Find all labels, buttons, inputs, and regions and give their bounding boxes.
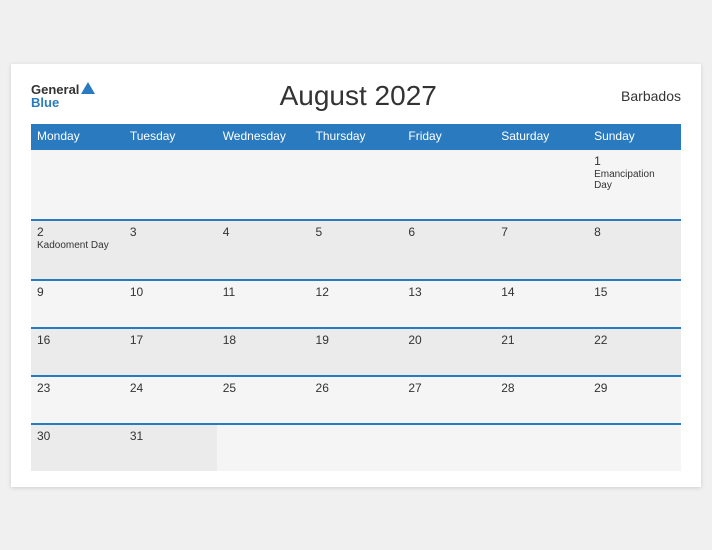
calendar-cell: 27 — [402, 376, 495, 424]
calendar-week-row: 16 17 18 19 20 21 22 — [31, 328, 681, 376]
calendar-cell: 24 — [124, 376, 217, 424]
day-number: 8 — [594, 225, 675, 239]
day-number: 17 — [130, 333, 211, 347]
day-number: 28 — [501, 381, 582, 395]
calendar: General Blue August 2027 Barbados Monday… — [11, 64, 701, 487]
calendar-cell: 19 — [310, 328, 403, 376]
day-number: 30 — [37, 429, 118, 443]
calendar-week-row: 1Emancipation Day — [31, 149, 681, 220]
day-number: 31 — [130, 429, 211, 443]
month-title: August 2027 — [280, 80, 437, 112]
calendar-cell: 22 — [588, 328, 681, 376]
calendar-week-row: 23 24 25 26 27 28 29 — [31, 376, 681, 424]
day-number: 5 — [316, 225, 397, 239]
calendar-cell — [310, 424, 403, 471]
day-number: 18 — [223, 333, 304, 347]
day-number: 27 — [408, 381, 489, 395]
calendar-cell: 3 — [124, 220, 217, 280]
calendar-week-row: 2Kadooment Day 345678 — [31, 220, 681, 280]
calendar-cell: 31 — [124, 424, 217, 471]
day-number: 22 — [594, 333, 675, 347]
calendar-cell: 6 — [402, 220, 495, 280]
calendar-cell: 25 — [217, 376, 310, 424]
event-label: Emancipation Day — [594, 169, 675, 191]
calendar-cell: 21 — [495, 328, 588, 376]
day-number: 11 — [223, 285, 304, 299]
day-number: 19 — [316, 333, 397, 347]
calendar-cell: 13 — [402, 280, 495, 328]
day-number: 1 — [594, 154, 675, 168]
day-number: 9 — [37, 285, 118, 299]
calendar-cell — [217, 149, 310, 220]
logo: General Blue — [31, 83, 95, 109]
day-number: 21 — [501, 333, 582, 347]
calendar-cell: 2Kadooment Day — [31, 220, 124, 280]
day-number: 3 — [130, 225, 211, 239]
calendar-cell — [402, 149, 495, 220]
day-number: 4 — [223, 225, 304, 239]
calendar-week-row: 9 10 11 12 13 14 15 — [31, 280, 681, 328]
calendar-header: General Blue August 2027 Barbados — [31, 80, 681, 112]
day-number: 14 — [501, 285, 582, 299]
logo-triangle-icon — [81, 82, 95, 94]
header-wednesday: Wednesday — [217, 124, 310, 149]
weekday-header-row: Monday Tuesday Wednesday Thursday Friday… — [31, 124, 681, 149]
day-number: 20 — [408, 333, 489, 347]
calendar-cell — [495, 424, 588, 471]
calendar-cell: 23 — [31, 376, 124, 424]
calendar-cell: 5 — [310, 220, 403, 280]
calendar-cell: 8 — [588, 220, 681, 280]
day-number: 12 — [316, 285, 397, 299]
calendar-cell: 14 — [495, 280, 588, 328]
day-number: 6 — [408, 225, 489, 239]
calendar-cell: 15 — [588, 280, 681, 328]
calendar-cell: 28 — [495, 376, 588, 424]
calendar-table: Monday Tuesday Wednesday Thursday Friday… — [31, 124, 681, 471]
day-number: 29 — [594, 381, 675, 395]
header-friday: Friday — [402, 124, 495, 149]
calendar-cell: 10 — [124, 280, 217, 328]
day-number: 16 — [37, 333, 118, 347]
day-number: 24 — [130, 381, 211, 395]
calendar-cell: 7 — [495, 220, 588, 280]
calendar-cell — [588, 424, 681, 471]
calendar-cell: 20 — [402, 328, 495, 376]
day-number: 25 — [223, 381, 304, 395]
logo-general-text: General — [31, 83, 79, 96]
calendar-cell — [495, 149, 588, 220]
header-monday: Monday — [31, 124, 124, 149]
calendar-cell: 12 — [310, 280, 403, 328]
day-number: 23 — [37, 381, 118, 395]
day-number: 10 — [130, 285, 211, 299]
calendar-cell: 9 — [31, 280, 124, 328]
calendar-cell: 16 — [31, 328, 124, 376]
calendar-cell — [217, 424, 310, 471]
day-number: 15 — [594, 285, 675, 299]
calendar-cell — [31, 149, 124, 220]
country-label: Barbados — [621, 88, 681, 104]
day-number: 2 — [37, 225, 118, 239]
header-tuesday: Tuesday — [124, 124, 217, 149]
calendar-cell: 17 — [124, 328, 217, 376]
header-sunday: Sunday — [588, 124, 681, 149]
calendar-cell — [310, 149, 403, 220]
calendar-cell: 26 — [310, 376, 403, 424]
calendar-cell — [124, 149, 217, 220]
calendar-cell — [402, 424, 495, 471]
day-number: 13 — [408, 285, 489, 299]
calendar-cell: 29 — [588, 376, 681, 424]
header-saturday: Saturday — [495, 124, 588, 149]
calendar-cell: 4 — [217, 220, 310, 280]
calendar-cell: 1Emancipation Day — [588, 149, 681, 220]
calendar-cell: 11 — [217, 280, 310, 328]
logo-blue-text: Blue — [31, 96, 59, 109]
calendar-cell: 30 — [31, 424, 124, 471]
calendar-cell: 18 — [217, 328, 310, 376]
event-label: Kadooment Day — [37, 240, 118, 251]
calendar-week-row: 30 31 — [31, 424, 681, 471]
day-number: 7 — [501, 225, 582, 239]
day-number: 26 — [316, 381, 397, 395]
header-thursday: Thursday — [310, 124, 403, 149]
